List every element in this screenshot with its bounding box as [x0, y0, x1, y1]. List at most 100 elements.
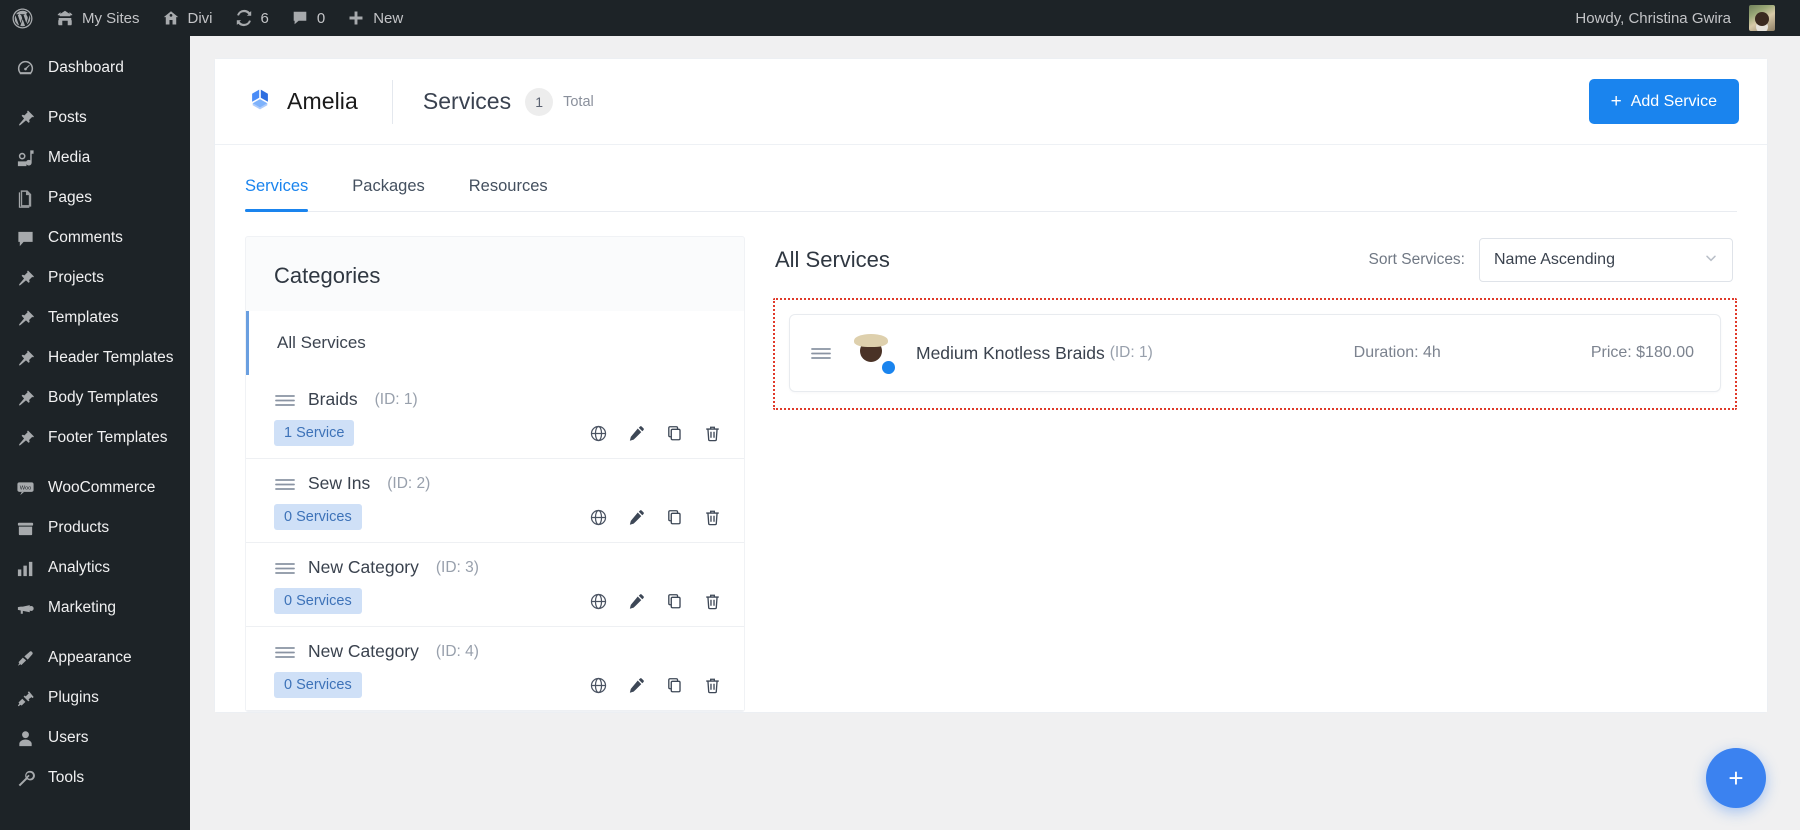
sidebar-item-appearance[interactable]: Appearance [0, 638, 190, 678]
updates-icon [235, 9, 253, 27]
sidebar-item-projects[interactable]: Projects [0, 258, 190, 298]
svg-text:Woo: Woo [19, 485, 31, 491]
sidebar-item-marketing[interactable]: Marketing [0, 588, 190, 628]
duplicate-icon[interactable] [664, 507, 684, 527]
sidebar-separator [0, 458, 190, 468]
category-item-all-services[interactable]: All Services [246, 311, 744, 375]
total-count-badge: 1 [525, 88, 553, 116]
globe-icon[interactable] [588, 423, 608, 443]
globe-icon[interactable] [588, 591, 608, 611]
sidebar-item-label: Body Templates [48, 389, 158, 407]
globe-icon[interactable] [588, 507, 608, 527]
admin-bar-item-comments[interactable]: 0 [280, 0, 336, 36]
trash-icon[interactable] [702, 591, 722, 611]
admin-bar-left: My Sites Divi 6 0 [0, 0, 414, 36]
duplicate-icon[interactable] [664, 591, 684, 611]
duplicate-icon[interactable] [664, 423, 684, 443]
updates-count: 6 [261, 10, 269, 27]
service-price: Price: $180.00 [1591, 344, 1694, 362]
admin-bar-item-my-sites[interactable]: My Sites [45, 0, 151, 36]
category-item-new-category-3[interactable]: New Category (ID: 3) 0 Services [246, 543, 744, 627]
add-service-label: Add Service [1631, 93, 1717, 111]
plus-icon [347, 9, 365, 27]
pencil-icon[interactable] [626, 423, 646, 443]
wordpress-logo-button[interactable] [0, 0, 45, 36]
drag-handle-icon[interactable] [274, 475, 296, 493]
sidebar-item-label: Marketing [48, 599, 116, 617]
pencil-icon[interactable] [626, 591, 646, 611]
service-row[interactable]: Medium Knotless Braids (ID: 1) Duration:… [789, 314, 1721, 392]
wp-admin-bar: My Sites Divi 6 0 [0, 0, 1800, 36]
category-name: Sew Ins [308, 473, 370, 494]
trash-icon[interactable] [702, 507, 722, 527]
category-item-new-category-4[interactable]: New Category (ID: 4) 0 Services [246, 627, 744, 711]
sidebar-item-comments[interactable]: Comments [0, 218, 190, 258]
sidebar-item-users[interactable]: Users [0, 718, 190, 758]
sidebar-item-products[interactable]: Products [0, 508, 190, 548]
service-employee-avatar [848, 330, 894, 376]
woo-icon: Woo [14, 478, 36, 498]
sidebar-item-header-templates[interactable]: Header Templates [0, 338, 190, 378]
floating-add-button[interactable]: + [1706, 748, 1766, 808]
sidebar-item-label: Appearance [48, 649, 132, 667]
category-actions [588, 423, 722, 443]
tab-resources[interactable]: Resources [469, 177, 548, 211]
sidebar-item-tools[interactable]: Tools [0, 758, 190, 798]
pin-icon [14, 108, 36, 128]
pin-icon [14, 308, 36, 328]
trash-icon[interactable] [702, 675, 722, 695]
globe-icon[interactable] [588, 675, 608, 695]
sidebar-item-posts[interactable]: Posts [0, 98, 190, 138]
sidebar-item-templates[interactable]: Templates [0, 298, 190, 338]
sidebar-item-label: Users [48, 729, 88, 747]
sidebar-item-label: Products [48, 519, 109, 537]
avatar [1749, 5, 1775, 31]
category-row-bottom: 0 Services [274, 588, 722, 614]
sidebar-item-plugins[interactable]: Plugins [0, 678, 190, 718]
sort-label: Sort Services: [1369, 251, 1465, 269]
pin-icon [14, 428, 36, 448]
drag-handle-icon[interactable] [274, 559, 296, 577]
sidebar-item-analytics[interactable]: Analytics [0, 548, 190, 588]
wordpress-icon [12, 8, 33, 29]
sidebar-item-footer-templates[interactable]: Footer Templates [0, 418, 190, 458]
drag-handle-icon[interactable] [810, 344, 832, 362]
category-id: (ID: 3) [436, 559, 479, 577]
sidebar-item-media[interactable]: Media [0, 138, 190, 178]
admin-bar-item-new[interactable]: New [336, 0, 414, 36]
category-item-sew-ins[interactable]: Sew Ins (ID: 2) 0 Services [246, 459, 744, 543]
duplicate-icon[interactable] [664, 675, 684, 695]
category-name: Braids [308, 389, 358, 410]
tabs-list: Services Packages Resources [245, 145, 1737, 211]
sidebar-item-label: Templates [48, 309, 119, 327]
admin-bar-item-site-name[interactable]: Divi [151, 0, 224, 36]
admin-bar-account-menu[interactable]: Howdy, Christina Gwira [1564, 0, 1786, 36]
trash-icon[interactable] [702, 423, 722, 443]
sidebar-item-body-templates[interactable]: Body Templates [0, 378, 190, 418]
pencil-icon[interactable] [626, 507, 646, 527]
services-list-header: All Services Sort Services: Name Ascendi… [773, 236, 1737, 284]
categories-panel: Categories All Services Braids (ID: 1) [245, 236, 745, 712]
sidebar-item-pages[interactable]: Pages [0, 178, 190, 218]
tab-packages[interactable]: Packages [352, 177, 424, 211]
admin-bar-item-updates[interactable]: 6 [224, 0, 280, 36]
page-title: Services [423, 88, 511, 115]
main-content: Amelia Services 1 Total + Add Service Se… [190, 36, 1800, 830]
drag-handle-icon[interactable] [274, 391, 296, 409]
tab-services[interactable]: Services [245, 177, 308, 211]
comment-bubble-icon [291, 9, 309, 27]
pencil-icon[interactable] [626, 675, 646, 695]
drag-handle-icon[interactable] [274, 643, 296, 661]
services-body: Categories All Services Braids (ID: 1) [215, 212, 1767, 712]
add-service-button[interactable]: + Add Service [1589, 79, 1739, 124]
category-item-braids[interactable]: Braids (ID: 1) 1 Service [246, 375, 744, 459]
services-list-title: All Services [775, 247, 890, 273]
plus-icon: + [1611, 92, 1622, 111]
comments-count: 0 [317, 10, 325, 27]
pin-icon [14, 348, 36, 368]
category-service-count-badge: 0 Services [274, 672, 362, 698]
sidebar-item-woocommerce[interactable]: Woo WooCommerce [0, 468, 190, 508]
sort-services-select[interactable]: Name Ascending [1479, 238, 1733, 282]
category-id: (ID: 1) [375, 391, 418, 409]
sidebar-item-dashboard[interactable]: Dashboard [0, 48, 190, 88]
